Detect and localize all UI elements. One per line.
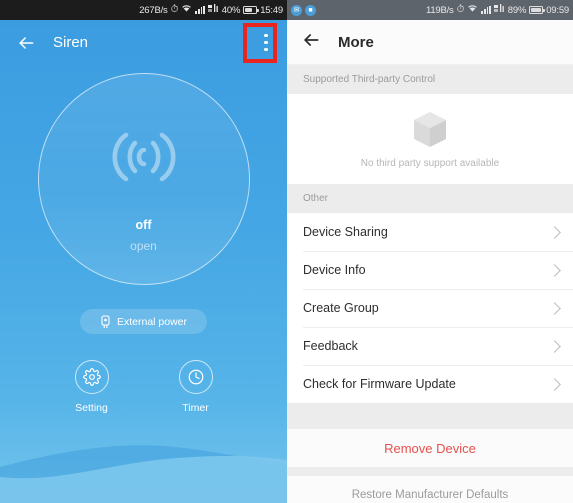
- wifi-icon: [467, 4, 478, 16]
- status-bar-right: ✉ ■ 119B/s ⏱ 89% 09:59: [287, 0, 573, 20]
- siren-dial[interactable]: off open: [37, 73, 250, 285]
- third-party-empty-text: No third party support available: [360, 158, 500, 169]
- signal-bars-icon: [481, 6, 491, 14]
- section-header-third-party: Supported Third-party Control: [287, 65, 573, 94]
- alarm-clock-icon: ⏱: [456, 4, 465, 15]
- section-gap: [287, 403, 573, 429]
- siren-substate-label: open: [130, 239, 157, 253]
- list-item-label: Device Sharing: [303, 225, 388, 239]
- wifi-icon: [181, 4, 192, 16]
- page-title: Siren: [53, 34, 89, 51]
- chevron-right-icon: [548, 339, 561, 353]
- section-gap: [287, 467, 573, 476]
- chevron-right-icon: [548, 263, 561, 277]
- list-item-label: Create Group: [303, 301, 379, 315]
- screenshot-root: 267B/s ⏱ 40% 15:49 Siren off open Extern…: [0, 0, 573, 503]
- remove-device-label: Remove Device: [384, 440, 476, 456]
- overflow-menu-icon[interactable]: [255, 28, 277, 58]
- siren-app-bar: Siren: [0, 20, 287, 65]
- remove-device-button[interactable]: Remove Device: [287, 429, 573, 467]
- more-screen: ✉ ■ 119B/s ⏱ 89% 09:59 More Supported Th…: [287, 0, 573, 503]
- list-item-label: Feedback: [303, 339, 358, 353]
- more-app-bar: More: [287, 20, 573, 65]
- clock-text: 15:49: [260, 4, 283, 16]
- cube-icon: [410, 109, 450, 151]
- alarm-clock-icon: ⏱: [170, 4, 179, 15]
- clock-text: 09:59: [546, 4, 569, 16]
- timer-button[interactable]: Timer: [178, 360, 213, 414]
- setting-label: Setting: [75, 402, 108, 414]
- back-arrow-icon[interactable]: [13, 30, 39, 56]
- list-item-device-info[interactable]: Device Info: [287, 251, 573, 289]
- external-power-badge: External power: [80, 309, 207, 334]
- battery-percent-text: 89%: [507, 4, 527, 16]
- siren-state-label: off: [135, 218, 152, 232]
- external-power-label: External power: [116, 315, 188, 328]
- list-item-feedback[interactable]: Feedback: [287, 327, 573, 365]
- back-arrow-icon[interactable]: [301, 30, 321, 55]
- chevron-right-icon: [548, 301, 561, 315]
- setting-button[interactable]: Setting: [74, 360, 109, 414]
- page-title: More: [338, 33, 374, 51]
- battery-icon: [243, 6, 259, 14]
- timer-label: Timer: [182, 402, 209, 414]
- section-header-other: Other: [287, 184, 573, 213]
- gear-icon: [74, 360, 109, 394]
- siren-action-row: Setting Timer: [0, 360, 287, 414]
- chevron-right-icon: [548, 225, 561, 239]
- list-item-device-sharing[interactable]: Device Sharing: [287, 213, 573, 251]
- siren-sound-wave-icon: [105, 126, 183, 188]
- battery-icon: [529, 6, 545, 14]
- third-party-empty-state: No third party support available: [287, 94, 573, 184]
- restore-defaults-button[interactable]: Restore Manufacturer Defaults: [287, 476, 573, 503]
- status-bar-left: 267B/s ⏱ 40% 15:49: [0, 0, 287, 20]
- message-notification-icon: ✉: [291, 4, 302, 16]
- mobile-data-icon: [207, 4, 219, 16]
- mobile-data-icon: [493, 4, 505, 16]
- wave-decoration-front: [0, 447, 287, 503]
- chevron-right-icon: [548, 377, 561, 391]
- battery-percent-text: 40%: [221, 4, 241, 16]
- usb-power-icon: [100, 314, 111, 329]
- list-item-label: Check for Firmware Update: [303, 377, 456, 391]
- network-speed-text: 267B/s: [139, 4, 168, 16]
- list-item-check-firmware-update[interactable]: Check for Firmware Update: [287, 365, 573, 403]
- screenshot-notification-icon: ■: [305, 4, 316, 16]
- signal-bars-icon: [195, 6, 205, 14]
- list-item-create-group[interactable]: Create Group: [287, 289, 573, 327]
- list-item-label: Device Info: [303, 263, 366, 277]
- restore-defaults-label: Restore Manufacturer Defaults: [351, 489, 509, 501]
- clock-icon: [178, 360, 213, 394]
- siren-screen: 267B/s ⏱ 40% 15:49 Siren off open Extern…: [0, 0, 287, 503]
- network-speed-text: 119B/s: [425, 4, 454, 16]
- other-list: Device Sharing Device Info Create Group …: [287, 213, 573, 403]
